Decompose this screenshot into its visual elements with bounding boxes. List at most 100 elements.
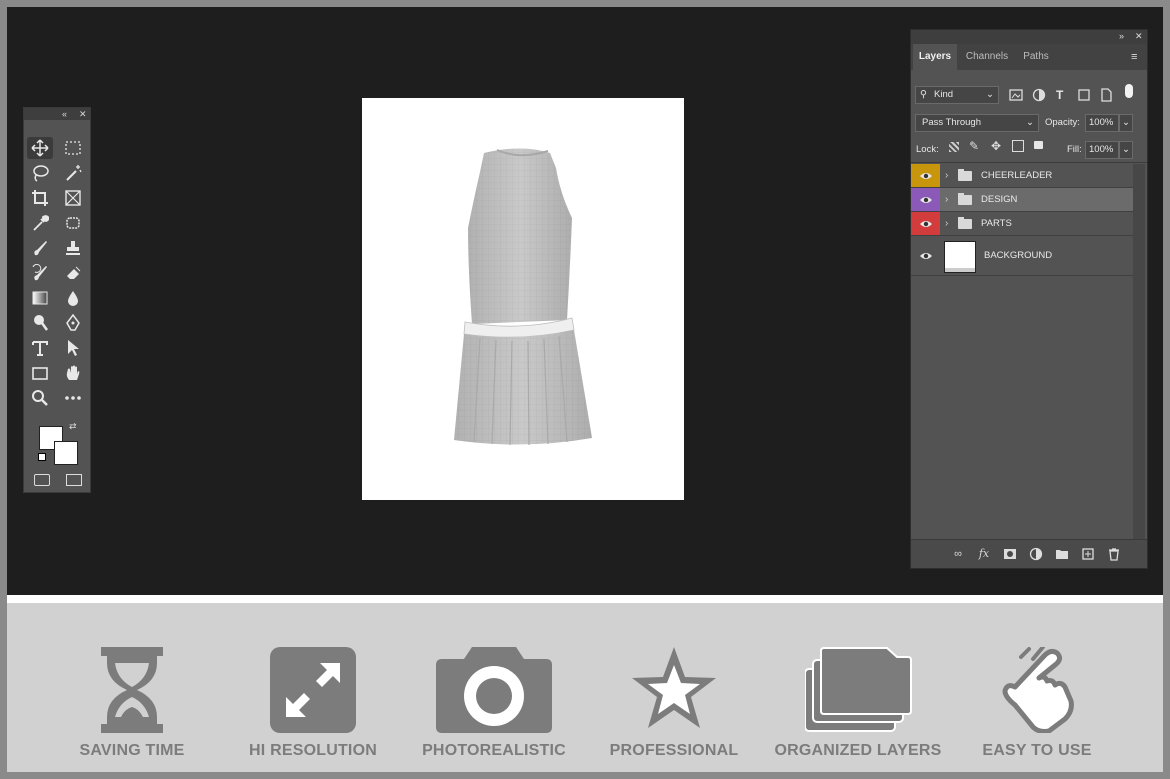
photoshop-workspace: « ✕ ⇄ » ✕ Layers Channels Paths ≡ ⚲ Kind… <box>7 7 1163 595</box>
pen-tool[interactable] <box>60 312 86 334</box>
layer-row[interactable]: › PARTS <box>911 212 1133 236</box>
layer-color-label[interactable] <box>911 164 940 187</box>
close-icon[interactable]: ✕ <box>79 108 87 120</box>
patch-tool[interactable] <box>60 212 86 234</box>
filter-kind-select[interactable]: ⚲ Kind ⌄ <box>915 86 999 104</box>
move-icon <box>31 139 49 157</box>
dodge-icon <box>34 315 49 331</box>
eye-icon[interactable] <box>919 194 933 206</box>
more-tools[interactable] <box>60 387 86 409</box>
double-chevron-left-icon[interactable]: « <box>62 108 67 120</box>
opacity-input[interactable]: 100% <box>1085 114 1119 132</box>
new-group-icon[interactable] <box>1055 547 1069 561</box>
move-tool[interactable] <box>27 137 53 159</box>
frame-tool[interactable] <box>60 187 86 209</box>
layers-panel: » ✕ Layers Channels Paths ≡ ⚲ Kind ⌄ T P… <box>910 29 1148 569</box>
tools-panel-header[interactable]: « ✕ <box>24 108 90 120</box>
trash-icon[interactable] <box>1107 547 1121 561</box>
close-icon[interactable]: ✕ <box>1135 31 1143 42</box>
filter-toggle[interactable] <box>1125 84 1133 98</box>
history-brush-tool[interactable] <box>27 262 53 284</box>
lasso-tool[interactable] <box>27 162 53 184</box>
type-tool[interactable] <box>27 337 53 359</box>
frame-icon <box>65 190 81 206</box>
quick-mask-icon[interactable] <box>34 474 50 486</box>
document-canvas[interactable] <box>362 98 684 500</box>
crop-tool[interactable] <box>27 187 53 209</box>
folder-icon <box>958 217 972 229</box>
fx-icon[interactable]: fx <box>977 547 991 561</box>
lock-all-icon[interactable] <box>1034 141 1043 149</box>
opacity-slider-toggle[interactable]: ⌄ <box>1119 114 1133 132</box>
chevron-right-icon[interactable]: › <box>945 188 948 212</box>
tab-paths[interactable]: Paths <box>1015 44 1057 70</box>
eye-icon[interactable] <box>919 170 933 182</box>
opacity-label: Opacity: <box>1045 117 1080 128</box>
type-filter-icon[interactable]: T <box>1056 88 1070 102</box>
tab-channels[interactable]: Channels <box>959 44 1015 70</box>
default-colors-icon[interactable] <box>38 453 46 461</box>
blur-tool[interactable] <box>60 287 86 309</box>
shape-tool[interactable] <box>27 362 53 384</box>
layer-row[interactable]: › DESIGN <box>911 188 1133 212</box>
new-layer-icon[interactable] <box>1081 547 1095 561</box>
hand-tool[interactable] <box>60 362 86 384</box>
swap-colors-icon[interactable]: ⇄ <box>69 421 77 432</box>
panel-menu-icon[interactable]: ≡ <box>1131 51 1137 63</box>
layer-row[interactable]: › CHEERLEADER <box>911 164 1133 188</box>
arrow-icon <box>68 340 79 356</box>
path-select-tool[interactable] <box>60 337 86 359</box>
magic-wand-tool[interactable] <box>60 162 86 184</box>
lock-position-icon[interactable]: ✥ <box>991 139 1001 153</box>
feature-organized-layers: ORGANIZED LAYERS <box>773 603 943 772</box>
feature-photorealistic: PHOTOREALISTIC <box>417 603 571 772</box>
add-mask-icon[interactable] <box>1003 547 1017 561</box>
ellipsis-icon <box>65 396 81 400</box>
blend-mode-select[interactable]: Pass Through ⌄ <box>915 114 1039 132</box>
features-strip: SAVING TIME HI RESOLUTION PHOTOREALISTIC <box>7 603 1163 772</box>
layer-row[interactable]: BACKGROUND <box>911 236 1133 276</box>
filter-kind-value: Kind <box>934 89 954 100</box>
chevron-right-icon[interactable]: › <box>945 212 948 236</box>
camera-icon <box>436 647 552 733</box>
pixel-filter-icon[interactable] <box>1009 88 1023 102</box>
adjustment-layer-icon[interactable] <box>1029 547 1043 561</box>
chevron-right-icon[interactable]: › <box>945 164 948 188</box>
eyedropper-tool[interactable] <box>27 212 53 234</box>
lock-artboard-icon[interactable] <box>1012 140 1024 152</box>
stamp-tool[interactable] <box>60 237 86 259</box>
layer-thumbnail <box>944 241 976 273</box>
eraser-tool[interactable] <box>60 262 86 284</box>
zoom-tool[interactable] <box>27 387 53 409</box>
lock-transparent-icon[interactable] <box>949 142 959 152</box>
layers-panel-header[interactable]: » ✕ <box>911 30 1147 44</box>
lock-pixels-icon[interactable]: ✎ <box>969 139 979 153</box>
link-layers-icon[interactable]: ∞ <box>951 547 965 561</box>
adjustment-filter-icon[interactable] <box>1032 88 1046 102</box>
eye-icon[interactable] <box>919 218 933 230</box>
gradient-icon <box>32 291 48 305</box>
shape-filter-icon[interactable] <box>1077 88 1091 102</box>
eraser-icon <box>67 266 81 279</box>
double-chevron-right-icon[interactable]: » <box>1119 31 1124 41</box>
layer-color-label[interactable] <box>911 236 940 275</box>
smart-object-filter-icon[interactable] <box>1099 88 1113 102</box>
screen-mode-icon[interactable] <box>66 474 82 486</box>
layer-color-label[interactable] <box>911 188 940 211</box>
gradient-tool[interactable] <box>27 287 53 309</box>
feature-label: HI RESOLUTION <box>249 742 377 759</box>
eye-icon[interactable] <box>919 250 933 262</box>
layer-color-label[interactable] <box>911 212 940 235</box>
marquee-tool[interactable] <box>60 137 86 159</box>
type-icon <box>32 341 48 356</box>
fill-input[interactable]: 100% <box>1085 141 1119 159</box>
tab-layers[interactable]: Layers <box>913 44 957 70</box>
layers-scrollbar[interactable] <box>1133 164 1145 540</box>
dodge-tool[interactable] <box>27 312 53 334</box>
brush-tool[interactable] <box>27 237 53 259</box>
fill-slider-toggle[interactable]: ⌄ <box>1119 141 1133 159</box>
stamp-icon <box>66 241 80 255</box>
feature-label: SAVING TIME <box>79 742 185 759</box>
background-color-swatch[interactable] <box>54 441 78 465</box>
feature-saving-time: SAVING TIME <box>67 603 197 772</box>
